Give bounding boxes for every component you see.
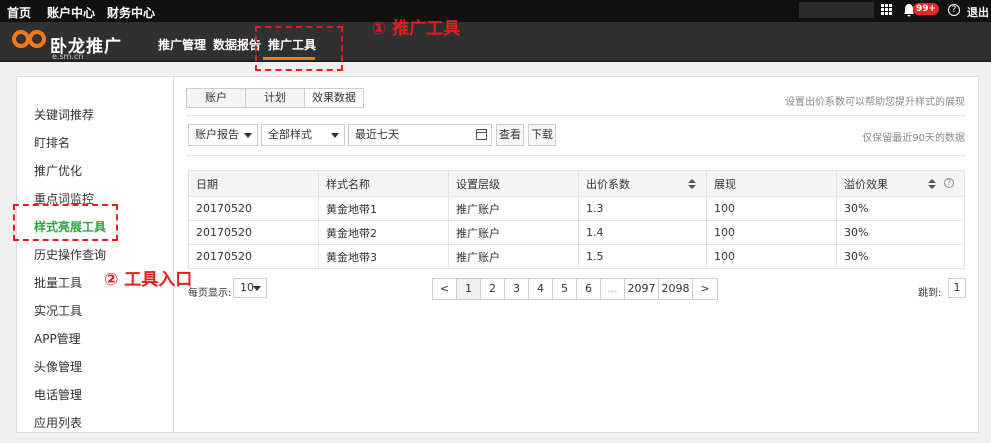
- col-impressions: 展现: [706, 170, 837, 197]
- table-row: 20170520 黄金地带1 推广账户 1.3 100 30%: [188, 196, 965, 221]
- col-date: 日期: [188, 170, 319, 197]
- sidebar-item-keyword-recommend[interactable]: 关键词推荐: [34, 106, 94, 123]
- sidebar-item-app-list[interactable]: 应用列表: [34, 414, 82, 431]
- logo-subtext: e.sm.cn: [52, 52, 84, 61]
- annotation-label-2: ② 工具入口: [104, 270, 193, 290]
- sort-icon[interactable]: [688, 179, 696, 189]
- pagination: < 1 2 3 4 5 6 ... 2097 2098 >: [432, 278, 718, 300]
- cell-date: 20170520: [188, 196, 319, 221]
- sort-icon[interactable]: [928, 179, 936, 189]
- apps-grid-icon[interactable]: [881, 4, 893, 16]
- next-page-button[interactable]: >: [693, 279, 717, 299]
- col-premium-effect[interactable]: 溢价效果?: [836, 170, 965, 197]
- jump-page-input[interactable]: 1: [948, 278, 966, 298]
- cell-premium: 30%: [836, 244, 965, 269]
- tab-account[interactable]: 账户: [186, 88, 246, 108]
- page-button[interactable]: 2097: [625, 279, 659, 299]
- cell-date: 20170520: [188, 244, 319, 269]
- logout-link[interactable]: 退出: [967, 4, 989, 20]
- help-icon[interactable]: ?: [948, 4, 960, 16]
- cell-impressions: 100: [706, 220, 837, 245]
- table-row: 20170520 黄金地带2 推广账户 1.4 100 30%: [188, 220, 965, 245]
- cell-date: 20170520: [188, 220, 319, 245]
- tab-plan[interactable]: 计划: [245, 88, 305, 108]
- data-table: 日期 样式名称 设置层级 出价系数 展现 溢价效果? 20170520 黄金地带…: [188, 170, 965, 269]
- page-button[interactable]: 1: [457, 279, 481, 299]
- table-header-row: 日期 样式名称 设置层级 出价系数 展现 溢价效果?: [188, 170, 965, 197]
- cell-impressions: 100: [706, 196, 837, 221]
- view-button[interactable]: 查看: [496, 124, 524, 146]
- cell-style-name: 黄金地带3: [318, 244, 449, 269]
- cell-premium: 30%: [836, 196, 965, 221]
- chevron-down-icon: [244, 133, 252, 138]
- top-search-input[interactable]: [799, 2, 874, 18]
- page-button[interactable]: 6: [577, 279, 601, 299]
- report-type-value: 账户报告: [195, 128, 239, 141]
- page-button[interactable]: 4: [529, 279, 553, 299]
- report-type-select[interactable]: 账户报告: [188, 124, 258, 146]
- cell-impressions: 100: [706, 244, 837, 269]
- calendar-icon[interactable]: [476, 129, 487, 140]
- nav-promotion-management[interactable]: 推广管理: [158, 36, 206, 53]
- annotation-label-1: ① 推广工具: [372, 19, 461, 39]
- logo-icon: [12, 30, 46, 48]
- cell-bid: 1.3: [578, 196, 707, 221]
- page-button[interactable]: 3: [505, 279, 529, 299]
- top-bar: 首页 账户中心 财务中心 99+ ? 退出: [0, 0, 991, 22]
- per-page-label: 每页显示:: [188, 288, 232, 299]
- help-icon[interactable]: ?: [944, 178, 954, 188]
- sidebar-item-phone-manage[interactable]: 电话管理: [34, 386, 82, 403]
- annotation-box-tools: [255, 26, 343, 71]
- sidebar-item-optimize[interactable]: 推广优化: [34, 162, 82, 179]
- jump-label: 跳到:: [918, 288, 942, 299]
- download-button[interactable]: 下载: [528, 124, 556, 146]
- retention-note: 仅保留最近90天的数据: [862, 133, 965, 144]
- table-row: 20170520 黄金地带3 推广账户 1.5 100 30%: [188, 244, 965, 269]
- col-level: 设置层级: [448, 170, 579, 197]
- divider-2: [186, 155, 966, 156]
- col-bid-coefficient[interactable]: 出价系数: [578, 170, 707, 197]
- nav-data-report[interactable]: 数据报告: [213, 36, 261, 53]
- sidebar-item-avatar-manage[interactable]: 头像管理: [34, 358, 82, 375]
- col-style-name: 样式名称: [318, 170, 449, 197]
- top-nav-home[interactable]: 首页: [7, 4, 31, 21]
- sidebar-item-batch-tool[interactable]: 批量工具: [34, 274, 82, 291]
- cell-level: 推广账户: [448, 196, 579, 221]
- cell-level: 推广账户: [448, 220, 579, 245]
- divider-1: [186, 115, 966, 116]
- prev-page-button[interactable]: <: [433, 279, 457, 299]
- cell-bid: 1.4: [578, 220, 707, 245]
- chevron-down-icon: [331, 133, 339, 138]
- sidebar: 关键词推荐 盯排名 推广优化 重点词监控 样式亮展工具 历史操作查询 批量工具 …: [16, 76, 174, 433]
- header-bar: 卧龙推广 e.sm.cn 推广管理 数据报告 推广工具: [0, 22, 991, 62]
- sidebar-item-live-tool[interactable]: 实况工具: [34, 302, 82, 319]
- page-ellipsis: ...: [601, 279, 625, 299]
- top-nav-finance-center[interactable]: 财务中心: [107, 4, 155, 21]
- annotation-box-entry: [13, 204, 118, 241]
- cell-level: 推广账户: [448, 244, 579, 269]
- cell-bid: 1.5: [578, 244, 707, 269]
- cell-style-name: 黄金地带2: [318, 220, 449, 245]
- cell-premium: 30%: [836, 220, 965, 245]
- sidebar-item-history[interactable]: 历史操作查询: [34, 246, 106, 263]
- top-hint-text: 设置出价系数可以帮助您提升样式的展现: [785, 97, 965, 108]
- page-button[interactable]: 5: [553, 279, 577, 299]
- date-range-value: 最近七天: [355, 128, 399, 141]
- style-select[interactable]: 全部样式: [261, 124, 345, 146]
- per-page-select[interactable]: 10: [233, 278, 267, 298]
- sidebar-item-rank-watch[interactable]: 盯排名: [34, 134, 70, 151]
- per-page-value: 10: [240, 281, 254, 294]
- page-button[interactable]: 2: [481, 279, 505, 299]
- page-button[interactable]: 2098: [659, 279, 693, 299]
- notification-badge: 99+: [913, 3, 940, 15]
- chevron-down-icon: [253, 286, 261, 291]
- date-range-input[interactable]: 最近七天: [348, 124, 492, 146]
- top-nav-account-center[interactable]: 账户中心: [47, 4, 95, 21]
- sidebar-item-app-manage[interactable]: APP管理: [34, 330, 81, 347]
- cell-style-name: 黄金地带1: [318, 196, 449, 221]
- tab-performance-data[interactable]: 效果数据: [304, 88, 364, 108]
- style-value: 全部样式: [268, 128, 312, 141]
